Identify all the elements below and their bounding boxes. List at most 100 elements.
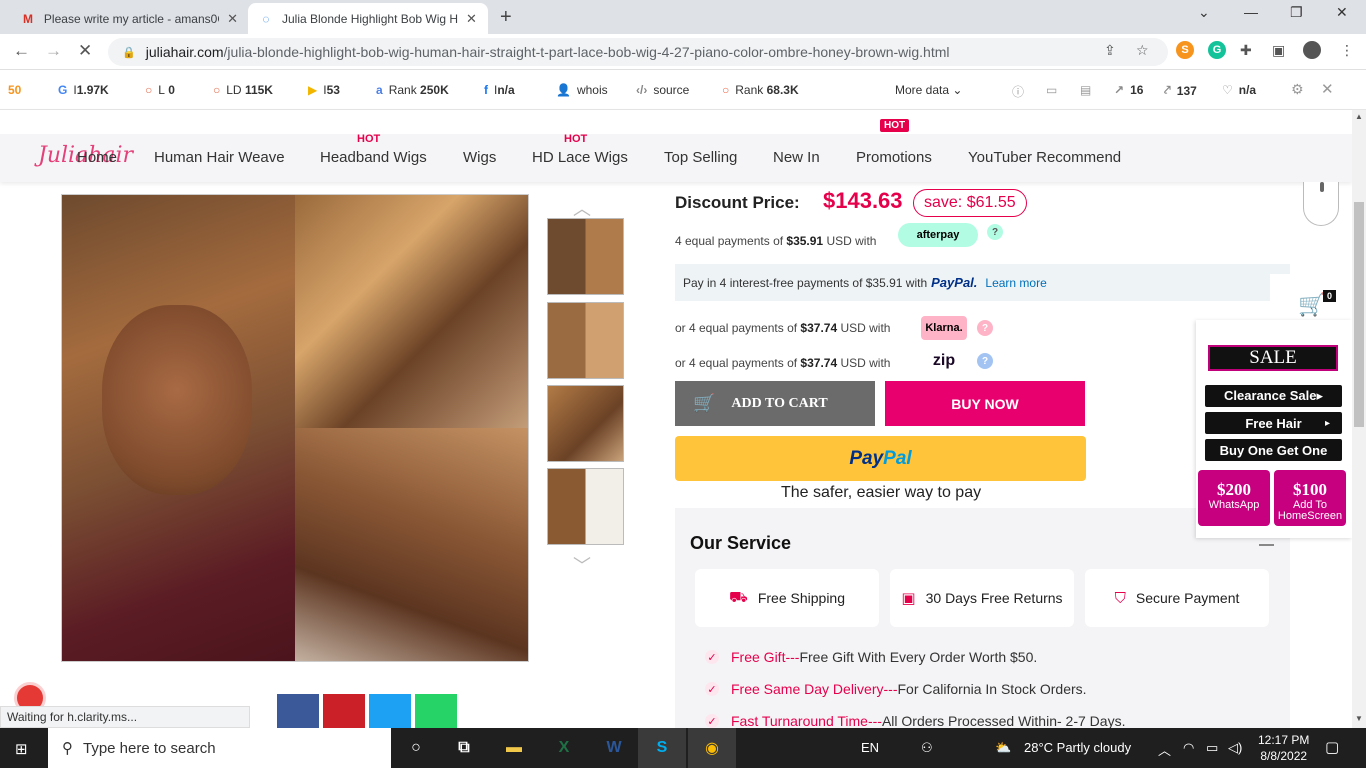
cart-icon: 🛒 xyxy=(693,393,716,413)
nav-youtuber-recommend[interactable]: YouTuber Recommend xyxy=(968,149,1121,166)
add-to-cart-button[interactable]: 🛒 ADD TO CART xyxy=(675,381,875,426)
nav-wigs[interactable]: Wigs xyxy=(463,149,496,166)
share-icon[interactable]: ⇪ xyxy=(1104,42,1116,59)
seoquake-icon[interactable]: S xyxy=(1176,41,1194,59)
buy-one-get-one-button[interactable]: Buy One Get One xyxy=(1205,439,1342,461)
seo-source[interactable]: ‹/› source xyxy=(636,83,689,97)
collapse-icon[interactable] xyxy=(1259,544,1274,546)
seo-semrush-rank[interactable]: a Rank 250K xyxy=(376,83,449,97)
settings-gear-icon[interactable]: ⚙ xyxy=(1291,81,1304,98)
language-indicator[interactable]: EN xyxy=(861,740,879,755)
tab-juliahair[interactable]: ◌ Julia Blonde Highlight Bob Wig H ✕ xyxy=(248,3,488,34)
profile-avatar[interactable] xyxy=(1303,41,1321,59)
homescreen-promo[interactable]: $100 Add To HomeScreen xyxy=(1274,470,1346,526)
twitter-share-button[interactable] xyxy=(369,694,411,728)
seo-whois[interactable]: 👤 whois xyxy=(556,83,608,97)
seo-alexa-rank[interactable]: ○ Rank 68.3K xyxy=(722,83,799,97)
clearance-sale-button[interactable]: Clearance Sale▸ xyxy=(1205,385,1342,407)
zip-info-icon[interactable]: ? xyxy=(977,353,993,369)
check-icon: ✓ xyxy=(705,650,719,664)
monitor-icon[interactable]: ▭ xyxy=(1046,83,1057,97)
maximize-button[interactable]: ❐ xyxy=(1290,4,1303,21)
pinterest-share-button[interactable] xyxy=(323,694,365,728)
free-hair-button[interactable]: Free Hair ▸ xyxy=(1205,412,1342,434)
whatsapp-share-button[interactable] xyxy=(415,694,457,728)
seo-external-links[interactable]: ↗ 16 xyxy=(1114,83,1143,97)
afterpay-info-icon[interactable]: ? xyxy=(987,224,1003,240)
side-panel-icon[interactable]: ▣ xyxy=(1272,42,1285,59)
close-seobar-icon[interactable]: ✕ xyxy=(1321,80,1334,98)
nav-top-selling[interactable]: Top Selling xyxy=(664,149,737,166)
new-tab-button[interactable]: + xyxy=(500,6,512,29)
scroll-down-icon[interactable]: ▼ xyxy=(1355,714,1363,723)
thumbnail-4[interactable] xyxy=(547,468,624,545)
excel-icon[interactable]: X xyxy=(540,728,588,768)
seo-bing-index[interactable]: ▶ I 53 xyxy=(308,83,340,97)
paypal-checkout-button[interactable]: Pay Pal xyxy=(675,436,1086,481)
grammarly-icon[interactable]: G xyxy=(1208,41,1226,59)
nav-human-hair-weave[interactable]: Human Hair Weave xyxy=(154,149,285,166)
word-icon[interactable]: W xyxy=(590,728,638,768)
thumbnail-1[interactable] xyxy=(547,218,624,295)
nav-home[interactable]: Home xyxy=(77,149,117,166)
menu-kebab-icon[interactable]: ⋮ xyxy=(1340,42,1354,59)
nav-headband-wigs[interactable]: Headband Wigs xyxy=(320,149,427,166)
seo-rating[interactable]: ♡ n/a xyxy=(1222,83,1256,97)
tab-gmail[interactable]: M Please write my article - amans0C ✕ xyxy=(10,3,248,34)
taskbar-clock[interactable]: 12:17 PM 8/8/2022 xyxy=(1258,732,1309,764)
minimize-button[interactable]: — xyxy=(1244,4,1258,20)
thumbnail-3[interactable] xyxy=(547,385,624,462)
code-icon: ‹/› xyxy=(636,83,648,97)
bookmark-star-icon[interactable]: ☆ xyxy=(1136,42,1149,59)
close-tab-icon[interactable]: ✕ xyxy=(227,11,238,27)
paypal-tagline: The safer, easier way to pay xyxy=(781,484,982,501)
floating-cart[interactable]: 🛒 0 xyxy=(1270,274,1342,320)
scroll-indicator[interactable] xyxy=(1303,182,1339,226)
taskbar-search[interactable]: ⚲ Type here to search xyxy=(48,728,391,768)
thumb-down-arrow-icon[interactable]: ﹀ xyxy=(573,552,591,578)
forward-button[interactable]: → xyxy=(45,41,62,61)
back-button[interactable]: ← xyxy=(13,41,30,61)
shield-icon: ⛉ xyxy=(1114,589,1126,607)
page-icon[interactable]: ▤ xyxy=(1080,83,1091,97)
facebook-share-button[interactable] xyxy=(277,694,319,728)
stop-button[interactable]: ✕ xyxy=(78,41,92,61)
people-icon[interactable]: ⚇ xyxy=(921,740,933,756)
nav-promotions[interactable]: Promotions xyxy=(856,149,932,166)
page-scrollbar[interactable]: ▲ ▼ xyxy=(1352,110,1366,728)
weather-text[interactable]: 28°C Partly cloudy xyxy=(1024,740,1131,755)
extensions-icon[interactable]: ✚ xyxy=(1240,42,1252,59)
scroll-up-icon[interactable]: ▲ xyxy=(1355,112,1363,121)
buy-now-button[interactable]: BUY NOW xyxy=(885,381,1085,426)
chrome-icon[interactable]: ◉ xyxy=(688,728,736,768)
notification-center-icon[interactable]: ▢ xyxy=(1325,738,1339,756)
seo-internal-links[interactable]: ⤤ 137 xyxy=(1164,83,1197,98)
cortana-icon[interactable]: ○ xyxy=(392,728,440,768)
seo-links[interactable]: ○ L 0 xyxy=(145,83,175,97)
address-bar[interactable]: 🔒 juliahair.com/julia-blonde-highlight-b… xyxy=(108,38,1168,66)
thumbnail-2[interactable] xyxy=(547,302,624,379)
learn-more-link[interactable]: Learn more xyxy=(985,276,1046,290)
nav-hd-lace-wigs[interactable]: HD Lace Wigs xyxy=(532,149,628,166)
close-tab-icon[interactable]: ✕ xyxy=(466,11,477,27)
klarna-info-icon[interactable]: ? xyxy=(977,320,993,336)
seo-linking-domains[interactable]: ○ LD 115K xyxy=(213,83,273,97)
battery-icon[interactable]: ▭ xyxy=(1206,740,1218,756)
nav-new-in[interactable]: New In xyxy=(773,149,820,166)
windows-start-icon[interactable]: ⊞ xyxy=(15,740,28,758)
seo-facebook[interactable]: f In/a xyxy=(484,83,515,97)
seo-google-index[interactable]: G I 1.97K xyxy=(58,83,109,97)
wifi-icon[interactable]: ◠ xyxy=(1183,740,1194,756)
whatsapp-promo[interactable]: $200 WhatsApp xyxy=(1198,470,1270,526)
info-icon[interactable]: ⓘ xyxy=(1012,83,1024,100)
more-data-dropdown[interactable]: More data ⌄ xyxy=(895,83,962,97)
main-product-image[interactable] xyxy=(61,194,529,662)
skype-icon[interactable]: S xyxy=(638,728,686,768)
tab-search-icon[interactable]: ⌄ xyxy=(1198,4,1210,21)
tray-chevron-icon[interactable]: ︿ xyxy=(1158,740,1171,759)
task-view-icon[interactable]: ⧉ xyxy=(440,728,488,768)
volume-icon[interactable]: ◁) xyxy=(1228,740,1242,756)
scrollbar-thumb[interactable] xyxy=(1354,202,1364,427)
file-explorer-icon[interactable]: ▬ xyxy=(490,728,538,768)
close-window-button[interactable]: ✕ xyxy=(1336,4,1348,21)
